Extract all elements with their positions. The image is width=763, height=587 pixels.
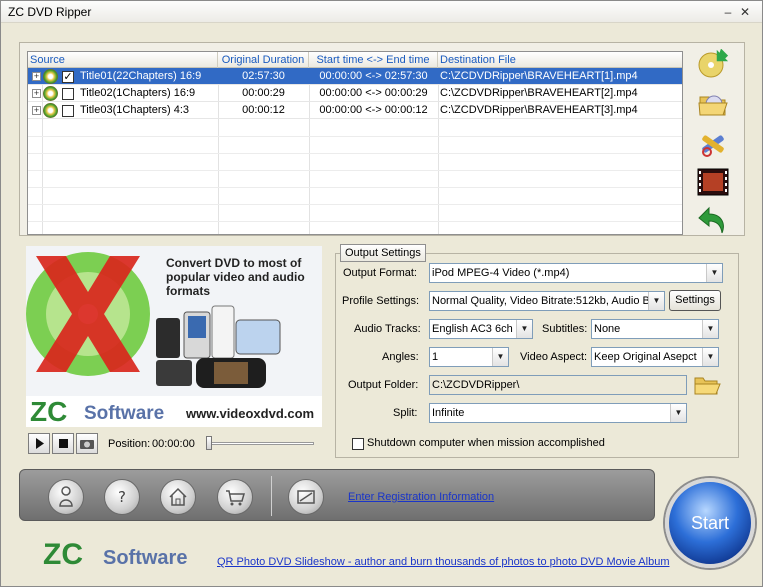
settings-button[interactable]: Settings bbox=[669, 290, 721, 311]
snapshot-camera-icon[interactable] bbox=[76, 433, 98, 454]
output-format-label: Output Format: bbox=[343, 267, 417, 279]
play-button[interactable] bbox=[28, 433, 50, 454]
banner-headline: Convert DVD to most of popular video and… bbox=[166, 256, 305, 298]
video-aspect-label: Video Aspect: bbox=[520, 351, 588, 363]
open-folder-icon[interactable] bbox=[697, 89, 729, 119]
expand-icon[interactable]: + bbox=[32, 72, 41, 81]
position-label: Position: bbox=[108, 438, 151, 450]
audio-tracks-label: Audio Tracks: bbox=[354, 323, 421, 335]
shopping-cart-icon[interactable] bbox=[217, 479, 253, 515]
dvd-title-icon bbox=[43, 86, 58, 101]
stop-button[interactable] bbox=[52, 433, 74, 454]
titles-panel: Source Original Duration Start time <-> … bbox=[19, 42, 745, 236]
footer-logo-zc: ZC bbox=[43, 538, 83, 571]
chevron-down-icon: ▼ bbox=[516, 320, 532, 338]
cell-range: 00:00:00 <-> 00:00:29 bbox=[319, 87, 428, 99]
cell-range: 00:00:00 <-> 02:57:30 bbox=[319, 70, 428, 82]
chevron-down-icon: ▼ bbox=[670, 404, 686, 422]
cell-destination: C:\ZCDVDRipper\BRAVEHEART[3].mp4 bbox=[440, 104, 638, 116]
minimize-button[interactable]: – bbox=[720, 4, 736, 20]
dvd-title-icon bbox=[43, 103, 58, 118]
position-value: 00:00:00 bbox=[152, 438, 195, 450]
banner-logo-software: Software bbox=[84, 403, 165, 424]
output-folder-label: Output Folder: bbox=[348, 379, 419, 391]
close-button[interactable]: ✕ bbox=[737, 4, 753, 20]
angles-label: Angles: bbox=[382, 351, 419, 363]
cell-source: Title01(22Chapters) 16:9 bbox=[80, 70, 202, 82]
video-aspect-select[interactable]: Keep Original Asepct ▼ bbox=[591, 347, 719, 367]
registration-link[interactable]: Enter Registration Information bbox=[348, 491, 494, 503]
browse-folder-icon[interactable] bbox=[693, 373, 721, 397]
row-checkbox[interactable]: ✓ bbox=[62, 71, 74, 83]
titles-grid[interactable]: Source Original Duration Start time <-> … bbox=[27, 51, 683, 235]
subtitles-label: Subtitles: bbox=[542, 323, 588, 335]
chevron-down-icon: ▼ bbox=[706, 264, 722, 282]
table-row[interactable]: + ✓ Title01(22Chapters) 16:9 02:57:30 00… bbox=[28, 68, 682, 85]
promo-link[interactable]: QR Photo DVD Slideshow - author and burn… bbox=[217, 556, 669, 568]
chevron-down-icon: ▼ bbox=[702, 348, 718, 366]
shutdown-label: Shutdown computer when mission accomplis… bbox=[367, 437, 605, 449]
edit-tools-icon[interactable] bbox=[697, 129, 729, 159]
split-select[interactable]: Infinite ▼ bbox=[429, 403, 687, 423]
table-row[interactable]: + Title02(1Chapters) 16:9 00:00:29 00:00… bbox=[28, 85, 682, 102]
position-slider-track[interactable] bbox=[206, 442, 314, 445]
undo-arrow-icon[interactable] bbox=[697, 205, 729, 235]
row-checkbox[interactable] bbox=[62, 88, 74, 100]
chevron-down-icon: ▼ bbox=[648, 292, 664, 310]
cell-duration: 02:57:30 bbox=[242, 70, 285, 82]
title-bar: ZC DVD Ripper – ✕ bbox=[1, 1, 762, 23]
column-range[interactable]: Start time <-> End time bbox=[309, 52, 438, 68]
cell-destination: C:\ZCDVDRipper\BRAVEHEART[1].mp4 bbox=[440, 70, 638, 82]
shutdown-checkbox[interactable] bbox=[352, 438, 364, 450]
banner-url: www.videoxdvd.com bbox=[186, 406, 315, 421]
window-title: ZC DVD Ripper bbox=[8, 5, 92, 19]
dvd-title-icon bbox=[43, 69, 58, 84]
app-window: ZC DVD Ripper – ✕ Source Original Durati… bbox=[0, 0, 763, 587]
expand-icon[interactable]: + bbox=[32, 106, 41, 115]
home-icon[interactable] bbox=[160, 479, 196, 515]
chevron-down-icon: ▼ bbox=[492, 348, 508, 366]
cell-source: Title02(1Chapters) 16:9 bbox=[80, 87, 196, 99]
video-preview-icon[interactable] bbox=[697, 167, 729, 197]
profile-settings-select[interactable]: Normal Quality, Video Bitrate:512kb, Aud… bbox=[429, 291, 665, 311]
position-slider-thumb[interactable] bbox=[206, 436, 212, 450]
row-checkbox[interactable] bbox=[62, 105, 74, 117]
expand-icon[interactable]: + bbox=[32, 89, 41, 98]
promo-banner: Convert DVD to most of popular video and… bbox=[26, 246, 322, 427]
table-row[interactable]: + Title03(1Chapters) 4:3 00:00:12 00:00:… bbox=[28, 102, 682, 119]
split-label: Split: bbox=[393, 407, 418, 419]
start-button[interactable]: Start bbox=[665, 478, 755, 568]
audio-tracks-select[interactable]: English AC3 6ch ▼ bbox=[429, 319, 533, 339]
load-dvd-icon[interactable] bbox=[697, 48, 729, 79]
column-destination[interactable]: Destination File bbox=[438, 52, 682, 68]
cell-duration: 00:00:12 bbox=[242, 104, 285, 116]
grid-header: Source Original Duration Start time <-> … bbox=[28, 52, 682, 68]
cell-source: Title03(1Chapters) 4:3 bbox=[80, 104, 190, 116]
output-format-select[interactable]: iPod MPEG-4 Video (*.mp4) ▼ bbox=[429, 263, 723, 283]
column-duration[interactable]: Original Duration bbox=[218, 52, 309, 68]
output-folder-field[interactable]: C:\ZCDVDRipper\ bbox=[429, 375, 687, 395]
help-icon[interactable]: ? bbox=[104, 479, 140, 515]
subtitles-select[interactable]: None ▼ bbox=[591, 319, 719, 339]
cell-duration: 00:00:29 bbox=[242, 87, 285, 99]
column-source[interactable]: Source bbox=[28, 52, 218, 68]
chevron-down-icon: ▼ bbox=[702, 320, 718, 338]
tab-output-settings[interactable]: Output Settings bbox=[340, 244, 426, 262]
bottom-toolbar: ? Enter Registration Information bbox=[19, 469, 655, 521]
cell-range: 00:00:00 <-> 00:00:12 bbox=[319, 104, 428, 116]
register-key-icon[interactable] bbox=[288, 479, 324, 515]
footer-logo-software: Software bbox=[103, 547, 188, 569]
cell-destination: C:\ZCDVDRipper\BRAVEHEART[2].mp4 bbox=[440, 87, 638, 99]
profile-settings-label: Profile Settings: bbox=[342, 295, 420, 307]
angles-select[interactable]: 1 ▼ bbox=[429, 347, 509, 367]
user-icon[interactable] bbox=[48, 479, 84, 515]
banner-logo-zc: ZC bbox=[30, 396, 68, 427]
